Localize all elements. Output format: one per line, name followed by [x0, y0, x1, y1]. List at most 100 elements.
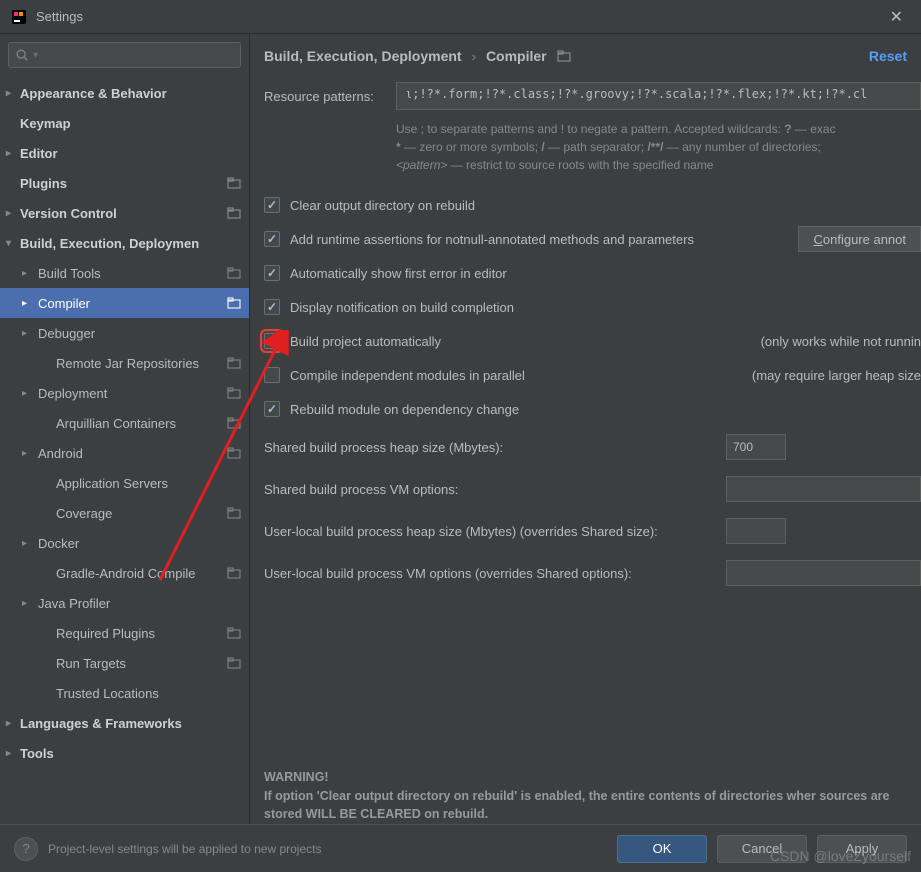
sidebar-item-label: Deployment	[38, 386, 107, 401]
sidebar-item-plugins[interactable]: Plugins	[0, 168, 249, 198]
breadcrumb-current: Compiler	[486, 48, 547, 64]
content-panel: Build, Execution, Deployment › Compiler …	[250, 34, 921, 824]
patterns-hint: Use ; to separate patterns and ! to nega…	[396, 120, 921, 174]
settings-tree: ▸ Appearance & Behavior Keymap ▸ Editor Plugi…	[0, 76, 249, 824]
sidebar-item-java-profiler[interactable]: ▸Java Profiler	[0, 588, 249, 618]
sidebar-item-gradle-android-compile[interactable]: Gradle-Android Compile	[0, 558, 249, 588]
breadcrumb-root[interactable]: Build, Execution, Deployment	[264, 48, 462, 64]
cancel-button[interactable]: Cancel	[717, 835, 807, 863]
sidebar-item-label: Appearance & Behavior	[20, 86, 167, 101]
breadcrumb: Build, Execution, Deployment › Compiler …	[264, 48, 921, 82]
clear-output-label: Clear output directory on rebuild	[290, 198, 475, 213]
chevron-right-icon: ▸	[6, 748, 11, 759]
runtime-assertions-checkbox[interactable]	[264, 231, 280, 247]
sidebar-item-version-control[interactable]: ▸Version Control	[0, 198, 249, 228]
resource-patterns-input[interactable]: ι;!?*.form;!?*.class;!?*.groovy;!?*.scal…	[396, 82, 921, 110]
sidebar-item-label: Docker	[38, 536, 79, 551]
chevron-right-icon: ▸	[22, 388, 27, 399]
sidebar-item-label: Version Control	[20, 206, 117, 221]
user-heap-input[interactable]	[726, 518, 786, 544]
sidebar-item-build-tools[interactable]: ▸ Build Tools	[0, 258, 249, 288]
apply-button[interactable]: Apply	[817, 835, 907, 863]
chevron-right-icon: ▸	[6, 88, 11, 99]
sidebar-item-remote-jar-repositories[interactable]: Remote Jar Repositories	[0, 348, 249, 378]
compile-parallel-checkbox[interactable]	[264, 367, 280, 383]
sidebar-item-label: Trusted Locations	[56, 686, 159, 701]
sidebar-item-debugger[interactable]: ▸Debugger	[0, 318, 249, 348]
footer-hint: Project-level settings will be applied t…	[48, 842, 321, 856]
sidebar-item-editor[interactable]: ▸ Editor	[0, 138, 249, 168]
show-first-error-checkbox[interactable]	[264, 265, 280, 281]
sidebar-item-appearance-behavior[interactable]: ▸ Appearance & Behavior	[0, 78, 249, 108]
shared-vm-input[interactable]	[726, 476, 921, 502]
project-scope-icon	[227, 357, 241, 369]
chevron-right-icon: ›	[472, 49, 476, 64]
project-scope-icon	[557, 50, 571, 62]
project-scope-icon	[227, 447, 241, 459]
search-input[interactable]: ▾	[8, 42, 241, 68]
sidebar-item-build-execution-deploymen[interactable]: ▾Build, Execution, Deploymen	[0, 228, 249, 258]
show-first-error-label: Automatically show first error in editor	[290, 266, 507, 281]
sidebar-item-label: Editor	[20, 146, 58, 161]
project-scope-icon	[227, 207, 241, 219]
rebuild-dependency-label: Rebuild module on dependency change	[290, 402, 519, 417]
sidebar-item-label: Application Servers	[56, 476, 168, 491]
shared-heap-input[interactable]	[726, 434, 786, 460]
search-icon	[15, 48, 29, 62]
sidebar-item-keymap[interactable]: Keymap	[0, 108, 249, 138]
sidebar-item-label: Build, Execution, Deploymen	[20, 236, 199, 251]
project-scope-icon	[227, 507, 241, 519]
user-vm-input[interactable]	[726, 560, 921, 586]
shared-heap-label: Shared build process heap size (Mbytes):	[264, 440, 714, 455]
chevron-right-icon: ▸	[22, 538, 27, 549]
chevron-right-icon: ▸	[22, 448, 27, 459]
chevron-right-icon: ▸	[22, 268, 27, 279]
sidebar-item-label: Coverage	[56, 506, 112, 521]
titlebar: Settings ✕	[0, 0, 921, 34]
sidebar-item-label: Gradle-Android Compile	[56, 566, 195, 581]
compile-parallel-note: (may require larger heap size	[752, 368, 921, 383]
build-automatically-checkbox[interactable]	[264, 333, 280, 349]
sidebar-item-coverage[interactable]: Coverage	[0, 498, 249, 528]
sidebar-item-label: Build Tools	[38, 266, 101, 281]
chevron-right-icon: ▸	[6, 148, 11, 159]
help-button[interactable]: ?	[14, 837, 38, 861]
user-heap-label: User-local build process heap size (Mbyt…	[264, 524, 714, 539]
sidebar-item-docker[interactable]: ▸ Docker	[0, 528, 249, 558]
build-automatically-label: Build project automatically	[290, 334, 441, 349]
ok-button[interactable]: OK	[617, 835, 707, 863]
configure-annotations-button[interactable]: Configure annot	[798, 226, 921, 252]
clear-output-checkbox[interactable]	[264, 197, 280, 213]
window-title: Settings	[36, 9, 83, 24]
sidebar-item-deployment[interactable]: ▸ Deployment	[0, 378, 249, 408]
sidebar-item-android[interactable]: ▸ Android	[0, 438, 249, 468]
sidebar-item-label: Android	[38, 446, 83, 461]
sidebar-item-arquillian-containers[interactable]: Arquillian Containers	[0, 408, 249, 438]
sidebar-item-tools[interactable]: ▸Tools	[0, 738, 249, 768]
close-icon[interactable]: ✕	[882, 3, 911, 31]
sidebar-item-application-servers[interactable]: Application Servers	[0, 468, 249, 498]
sidebar-item-label: Plugins	[20, 176, 67, 191]
sidebar-item-run-targets[interactable]: Run Targets	[0, 648, 249, 678]
sidebar-item-languages-frameworks[interactable]: ▸Languages & Frameworks	[0, 708, 249, 738]
build-notification-label: Display notification on build completion	[290, 300, 514, 315]
reset-link[interactable]: Reset	[869, 48, 907, 64]
sidebar: ▾ ▸ Appearance & Behavior Keymap ▸ Editor Plu…	[0, 34, 250, 824]
build-automatically-note: (only works while not runnin	[761, 334, 921, 349]
search-caret-icon: ▾	[33, 50, 38, 61]
sidebar-item-label: Debugger	[38, 326, 95, 341]
rebuild-dependency-checkbox[interactable]	[264, 401, 280, 417]
project-scope-icon	[227, 177, 241, 189]
sidebar-item-compiler[interactable]: ▸Compiler	[0, 288, 249, 318]
runtime-assertions-label: Add runtime assertions for notnull-annot…	[290, 232, 694, 247]
app-logo-icon	[10, 8, 28, 26]
chevron-right-icon: ▸	[6, 718, 11, 729]
project-scope-icon	[227, 387, 241, 399]
sidebar-item-label: Arquillian Containers	[56, 416, 176, 431]
project-scope-icon	[227, 567, 241, 579]
sidebar-item-required-plugins[interactable]: Required Plugins	[0, 618, 249, 648]
project-scope-icon	[227, 297, 241, 309]
sidebar-item-trusted-locations[interactable]: Trusted Locations	[0, 678, 249, 708]
build-notification-checkbox[interactable]	[264, 299, 280, 315]
sidebar-item-label: Run Targets	[56, 656, 126, 671]
